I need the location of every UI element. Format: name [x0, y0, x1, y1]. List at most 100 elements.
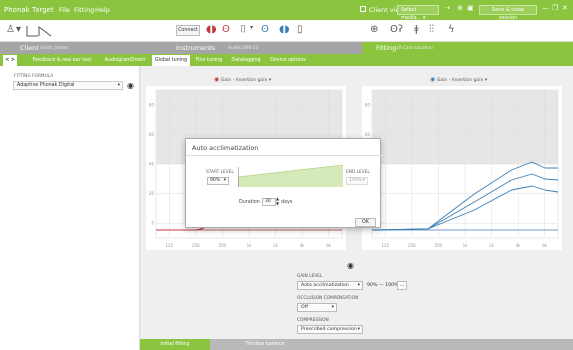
fitting-label: Fitting: [376, 44, 397, 52]
tab-fine-tuning[interactable]: Fine tuning: [193, 55, 225, 66]
fitting-section[interactable]: Fitting 10 Care situation: [362, 42, 573, 54]
left-x-tick-label: 8k: [326, 243, 332, 248]
gain-range-text: 90% — 100%: [367, 283, 399, 288]
bottom-bar: Initial fitting Tinnitus balance: [140, 339, 573, 350]
session-info-bar: Client Smith, James Instruments Audéo B9…: [0, 42, 573, 54]
minimize-icon[interactable]: —: [542, 4, 549, 12]
client-dropdown-icon[interactable]: ▾: [16, 24, 21, 35]
right-gain-selector-label: Gain - Insertion gain: [436, 78, 484, 83]
eye-icon[interactable]: ◉: [127, 81, 134, 90]
right-x-tick-label: 500: [435, 243, 443, 248]
dialog-title: Auto acclimatization: [192, 144, 259, 152]
tab-bar: < > Feedback & real ear test AudiogramDi…: [0, 54, 573, 66]
left-panel: FITTING FORMULA Adaptive Phonak Digital …: [0, 66, 140, 350]
battery-icon[interactable]: ⌷: [240, 24, 246, 35]
target-icon[interactable]: ⊕: [370, 24, 378, 35]
start-level-label: START LEVEL: [206, 170, 234, 175]
right-ear-hearing-aid-icon[interactable]: ◖◗: [206, 24, 217, 35]
duration-input[interactable]: 30: [262, 198, 276, 206]
toolbar: ♙ ▾ Connect ◖◗ ʘ ⌷ ▾ ʘ ◖◗ ▯ ⊕ ʘʔ ǂ ⫶⫶ ϟ: [0, 20, 573, 42]
start-level-dropdown[interactable]: 90% ▾: [207, 177, 229, 185]
tab-navigation-arrows[interactable]: < >: [3, 55, 17, 66]
fitting-formula-label: FITTING FORMULA: [14, 74, 54, 79]
save-icon[interactable]: ▣: [467, 4, 474, 12]
maximize-icon[interactable]: ❐: [552, 4, 558, 12]
compression-label: COMPRESSION: [297, 318, 329, 323]
chevron-down-icon: ▾: [357, 283, 360, 288]
instruments-label: Instruments: [176, 44, 216, 52]
duration-label: Duration: [239, 200, 260, 205]
globe-icon[interactable]: ⊕: [457, 4, 463, 12]
remote-icon[interactable]: ▯: [297, 24, 303, 35]
title-bar: Phonak Target File Fitting Help Client v…: [0, 0, 573, 21]
occlusion-dropdown[interactable]: Off ▾: [297, 303, 337, 312]
save-close-button[interactable]: Save & close session: [479, 5, 537, 21]
left-ear-hearing-aid-icon[interactable]: ◖◗: [279, 24, 290, 35]
left-x-tick-label: 1k: [247, 243, 253, 248]
tab-feedback-real-ear[interactable]: Feedback & real ear test: [28, 55, 96, 66]
connect-button[interactable]: Connect: [176, 25, 200, 36]
duration-stepper[interactable]: ▲ ▼: [276, 196, 279, 206]
fitting-formula-value: Adaptive Phonak Digital: [17, 83, 75, 88]
menu-help[interactable]: Help: [95, 6, 110, 14]
tab-audiogramdirect[interactable]: AudiogramDirect: [100, 55, 150, 66]
equalizer-icon[interactable]: ⫶⫶: [429, 24, 434, 35]
compression-value: Prescribed compression: [301, 327, 357, 332]
left-gain-selector[interactable]: ◉ Gain - Insertion gain ▾: [214, 76, 271, 83]
left-gain-selector-label: Gain - Insertion gain: [220, 78, 268, 83]
compression-dropdown[interactable]: Prescribed compression ▾: [297, 325, 363, 334]
connect-icon[interactable]: ⇢: [444, 4, 450, 12]
end-level-dropdown: 100% ▾: [346, 177, 368, 185]
left-y-tick-label: 20: [149, 191, 155, 196]
gain-level-value: Auto acclimatization: [301, 283, 349, 288]
right-gain-chart: 8060402001252505001k2k4k8k: [362, 86, 562, 250]
chevron-down-icon: ▾: [357, 327, 360, 332]
initial-fitting-tab[interactable]: Initial fitting: [140, 339, 210, 350]
tab-device-options[interactable]: Device options: [267, 55, 309, 66]
left-y-tick-label: 80: [149, 102, 155, 107]
hearing-test-icon[interactable]: ʘʔ: [390, 24, 403, 35]
dialog-divider: [186, 155, 382, 156]
tab-datalogging[interactable]: Datalogging: [228, 55, 264, 66]
left-ear-icon: ◉: [430, 76, 436, 83]
chevron-down-icon: ▾: [362, 178, 365, 183]
right-gain-selector[interactable]: ◉ Gain - Insertion gain ▾: [430, 76, 487, 83]
tinnitus-balance-tab[interactable]: Tinnitus balance: [230, 339, 300, 350]
fitting-formula-dropdown[interactable]: Adaptive Phonak Digital ▾: [13, 81, 123, 90]
left-x-tick-label: 500: [219, 243, 227, 248]
occlusion-label: OCCLUSION COMPENSATION: [297, 296, 359, 301]
end-level-value: 100%: [349, 178, 363, 183]
app-title: Phonak Target: [4, 6, 54, 14]
select-media-dropdown[interactable]: Select media... ▾: [397, 5, 439, 21]
ok-button[interactable]: OK: [355, 218, 376, 227]
tools-icon[interactable]: ϟ: [448, 24, 455, 35]
right-x-tick-label: 250: [408, 243, 416, 248]
right-hearing-aid-icon[interactable]: ʘ: [261, 24, 269, 35]
tab-global-tuning[interactable]: Global tuning: [152, 55, 190, 66]
right-x-tick-label: 2k: [489, 243, 495, 248]
occlusion-value: Off: [301, 305, 308, 310]
menu-fitting[interactable]: Fitting: [74, 6, 94, 14]
close-icon[interactable]: ✕: [562, 4, 568, 12]
client-name: Smith, James: [40, 46, 69, 51]
menu-file[interactable]: File: [59, 6, 70, 14]
right-x-tick-label: 1k: [463, 243, 469, 248]
gain-level-dropdown[interactable]: Auto acclimatization ▾: [297, 281, 363, 290]
microphone-icon[interactable]: ǂ: [414, 24, 419, 35]
left-y-tick-label: 60: [149, 132, 155, 137]
client-view-checkbox[interactable]: [360, 6, 366, 12]
client-label: Client: [20, 44, 39, 52]
gain-level-label: GAIN LEVEL: [297, 274, 323, 279]
battery-dropdown-icon[interactable]: ▾: [250, 24, 253, 31]
left-hearing-aid-icon[interactable]: ʘ: [222, 24, 230, 35]
right-y-tick-label: 60: [365, 132, 371, 137]
gain-more-button[interactable]: ...: [397, 281, 407, 290]
start-level-value: 90%: [210, 178, 221, 183]
duration-unit: days: [281, 200, 293, 205]
right-x-tick-label: 4k: [516, 243, 522, 248]
end-level-label: END LEVEL: [346, 170, 370, 175]
audiogram-icon[interactable]: [26, 25, 52, 37]
center-eye-icon[interactable]: ◉: [347, 261, 354, 270]
chevron-down-icon: ▾: [223, 178, 226, 183]
client-icon[interactable]: ♙: [6, 24, 15, 35]
